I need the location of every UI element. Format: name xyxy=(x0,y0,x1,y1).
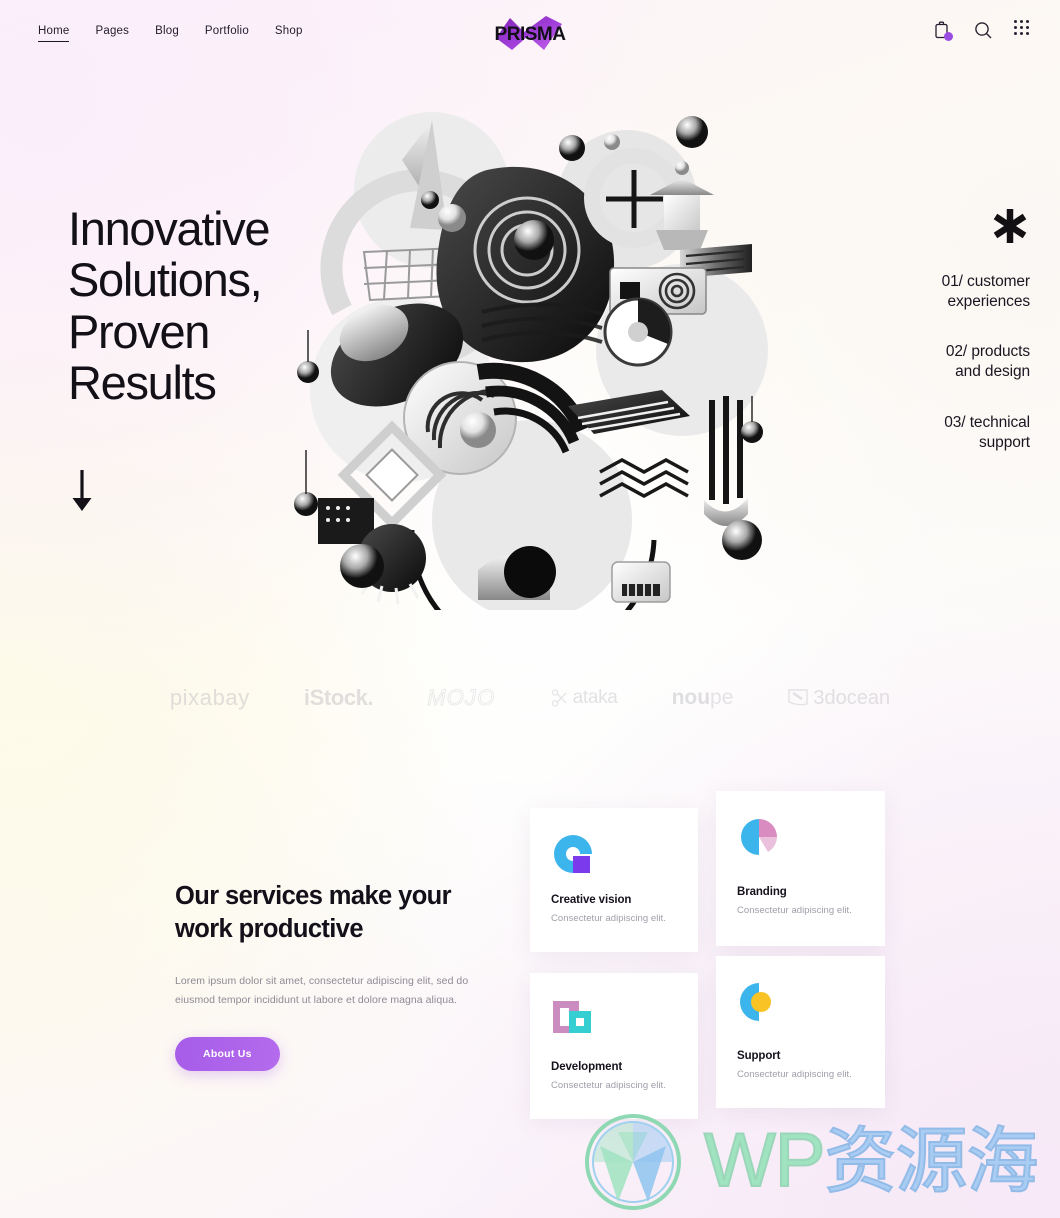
watermark-wp-text: WP xyxy=(703,1118,826,1203)
service-card-branding[interactable]: Branding Consectetur adipiscing elit. xyxy=(716,791,885,946)
creative-vision-title: Creative vision xyxy=(551,894,632,906)
xataka-mark-icon xyxy=(551,689,567,707)
support-title: Support xyxy=(737,1050,781,1062)
services-intro: Our services make your work productive L… xyxy=(175,880,485,1072)
feature-item-02: 02/ products and design xyxy=(945,343,1030,381)
brand-logo-xataka-label: ataka xyxy=(572,687,618,708)
about-us-button[interactable]: About Us xyxy=(175,1037,280,1072)
development-title: Development xyxy=(551,1061,623,1073)
brand-logo-noupe-light: pe xyxy=(710,686,734,709)
header-icon-group xyxy=(932,20,1034,41)
brand-logo-istock[interactable]: iStock. xyxy=(304,685,374,711)
feature-list: 01/ customer experiences 02/ products an… xyxy=(880,272,1031,483)
feature-item-01: 01/ customer experiences xyxy=(941,273,1031,311)
brand-logo-noupe[interactable]: nou pe xyxy=(672,686,734,710)
3docean-mark-icon xyxy=(788,689,809,706)
development-subtitle: Consectetur adipiscing elit. xyxy=(551,1080,666,1091)
branding-title: Branding xyxy=(737,886,787,898)
wordpress-logo-icon xyxy=(585,1114,681,1210)
nav-item-pages[interactable]: Pages xyxy=(95,25,129,42)
services-description: Lorem ipsum dolor sit amet, consectetur … xyxy=(175,975,469,1007)
brand-logo-mojo[interactable]: MOJO xyxy=(427,685,495,711)
branding-subtitle: Consectetur adipiscing elit. xyxy=(737,905,852,916)
services-title: Our services make your work productive xyxy=(175,882,452,943)
watermark-cn-text: 资源海 xyxy=(823,1119,1039,1203)
brand-logo-noupe-bold: nou xyxy=(671,686,711,709)
brand-logo-3docean[interactable]: 3docean xyxy=(787,687,890,710)
wp-watermark: WP 资源海 xyxy=(578,1108,1048,1214)
nav-item-portfolio[interactable]: Portfolio xyxy=(205,25,249,42)
brand-logo-3docean-label: 3docean xyxy=(813,686,891,709)
nav-item-shop[interactable]: Shop xyxy=(275,25,303,42)
service-card-support[interactable]: Support Consectetur adipiscing elit. xyxy=(716,956,885,1108)
creative-vision-subtitle: Consectetur adipiscing elit. xyxy=(551,913,666,924)
service-card-development[interactable]: Development Consectetur adipiscing elit. xyxy=(530,973,698,1119)
brand-logo-strip: pixabay iStock. MOJO ataka nou pe 3docean xyxy=(0,672,1060,724)
branding-icon xyxy=(737,815,781,859)
nav-item-home[interactable]: Home xyxy=(38,25,70,42)
brand-logo-xataka[interactable]: ataka xyxy=(550,687,618,709)
development-icon xyxy=(551,997,595,1041)
asterisk-icon xyxy=(990,205,1030,252)
service-card-creative-vision[interactable]: Creative vision Consectetur adipiscing e… xyxy=(530,808,698,952)
search-icon[interactable] xyxy=(973,20,993,40)
brand-logo-pixabay[interactable]: pixabay xyxy=(170,685,250,711)
cart-badge xyxy=(944,32,953,41)
cart-icon[interactable] xyxy=(932,20,953,41)
main-navigation: Home Pages Blog Portfolio Shop xyxy=(38,25,303,42)
support-icon xyxy=(737,980,781,1024)
feature-item-03: 03/ technical support xyxy=(944,413,1030,451)
page-root: Home Pages Blog Portfolio Shop PRISMA In… xyxy=(0,0,1060,1218)
site-header: Home Pages Blog Portfolio Shop PRISMA xyxy=(0,0,1060,66)
site-logo[interactable]: PRISMA xyxy=(470,10,590,58)
nav-item-blog[interactable]: Blog xyxy=(155,25,179,42)
hero-title: Innovative Solutions, Proven Results xyxy=(68,202,271,410)
creative-vision-icon xyxy=(551,832,595,876)
support-subtitle: Consectetur adipiscing elit. xyxy=(737,1069,852,1080)
grid-menu-icon[interactable] xyxy=(1014,20,1034,40)
svg-text:PRISMA: PRISMA xyxy=(495,24,567,45)
scroll-down-arrow-icon[interactable] xyxy=(70,468,94,523)
